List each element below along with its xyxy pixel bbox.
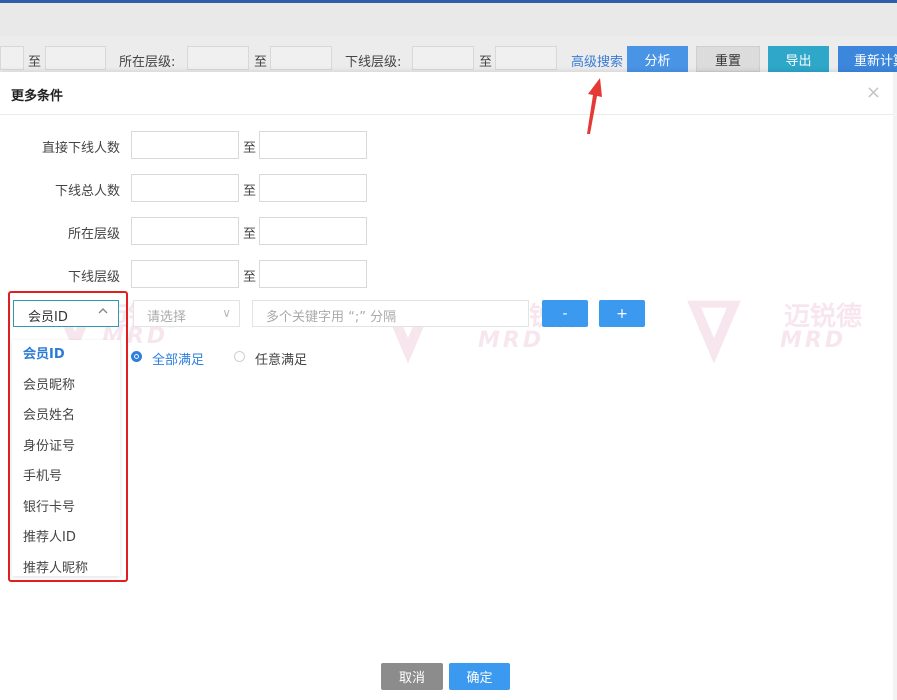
chevron-up-icon (98, 308, 108, 314)
level-from[interactable] (131, 217, 239, 245)
top-band (0, 3, 897, 36)
field-dropdown-list: 会员ID 会员昵称 会员姓名 身份证号 手机号 银行卡号 推荐人ID 推荐人昵称 (12, 340, 120, 576)
total-downline-to[interactable] (259, 174, 367, 202)
advanced-search-link[interactable]: 高级搜索 (571, 51, 623, 70)
more-conditions-modal: 更多条件 × (0, 72, 897, 700)
remove-condition-button[interactable]: - (542, 300, 588, 327)
field-select[interactable]: 会员ID (13, 300, 119, 327)
match-all-label: 全部满足 (152, 353, 205, 368)
dropdown-option[interactable]: 会员昵称 (12, 371, 120, 402)
filter-sep-1: 至 (28, 55, 42, 70)
direct-downline-from[interactable] (131, 131, 239, 159)
downline-level-from[interactable] (131, 260, 239, 288)
filter-level-label: 所在层级: (119, 55, 176, 70)
dropdown-option[interactable]: 推荐人ID (12, 523, 120, 554)
dropdown-option[interactable]: 推荐人昵称 (12, 554, 120, 577)
level-sep: 至 (243, 227, 257, 242)
watermark-latin: MRD (478, 328, 545, 353)
cancel-button[interactable]: 取消 (381, 663, 443, 690)
operator-select[interactable]: 请选择 ∨ (133, 300, 240, 327)
direct-downline-to[interactable] (259, 131, 367, 159)
downline-level-to[interactable] (259, 260, 367, 288)
filter-level-to[interactable] (270, 46, 332, 70)
match-any-radio[interactable] (234, 351, 245, 362)
filter-input-prev-end[interactable] (0, 46, 24, 70)
direct-downline-label: 直接下线人数 (41, 141, 120, 156)
add-condition-button[interactable]: + (599, 300, 645, 327)
total-downline-from[interactable] (131, 174, 239, 202)
dropdown-option[interactable]: 会员姓名 (12, 401, 120, 432)
match-all-radio[interactable] (131, 351, 142, 362)
downline-level-sep: 至 (243, 270, 257, 285)
modal-header: 更多条件 × (0, 72, 897, 115)
dropdown-option[interactable]: 银行卡号 (12, 493, 120, 524)
operator-select-placeholder: 请选择 (147, 310, 187, 325)
level-to[interactable] (259, 217, 367, 245)
analyze-button[interactable]: 分析 (627, 46, 688, 72)
dropdown-option[interactable]: 手机号 (12, 462, 120, 493)
keyword-input[interactable]: 多个关键字用 “;” 分隔 (252, 300, 529, 327)
filter-level-from[interactable] (187, 46, 249, 70)
filter-sep-2: 至 (254, 55, 268, 70)
total-downline-sep: 至 (243, 184, 257, 199)
scrollbar[interactable] (893, 72, 897, 700)
filter-downline-from[interactable] (412, 46, 474, 70)
match-any-label: 任意满足 (255, 353, 308, 368)
field-select-value: 会员ID (28, 310, 68, 325)
direct-downline-sep: 至 (243, 141, 257, 156)
downline-level-label: 下线层级 (67, 270, 120, 285)
export-button[interactable]: 导出 (768, 46, 829, 72)
total-downline-label: 下线总人数 (54, 184, 120, 199)
filter-input-1[interactable] (45, 46, 106, 70)
watermark-emblem-icon (687, 300, 741, 364)
modal-title: 更多条件 (11, 89, 64, 104)
filter-downline-level-label: 下线层级: (345, 55, 402, 70)
filter-downline-to[interactable] (495, 46, 557, 70)
close-icon[interactable]: × (866, 82, 881, 103)
dropdown-option[interactable]: 身份证号 (12, 432, 120, 463)
dropdown-option[interactable]: 会员ID (12, 340, 120, 371)
watermark-latin: MRD (780, 328, 847, 353)
level-label: 所在层级 (67, 227, 120, 242)
reset-button[interactable]: 重置 (696, 46, 760, 72)
filter-sep-3: 至 (479, 55, 493, 70)
watermark-logo: 迈锐德 MRD (684, 296, 884, 386)
red-arrow-annotation (587, 78, 602, 134)
confirm-button[interactable]: 确定 (449, 663, 510, 690)
chevron-down-icon: ∨ (222, 306, 231, 320)
recalculate-button[interactable]: 重新计算 (838, 46, 897, 72)
